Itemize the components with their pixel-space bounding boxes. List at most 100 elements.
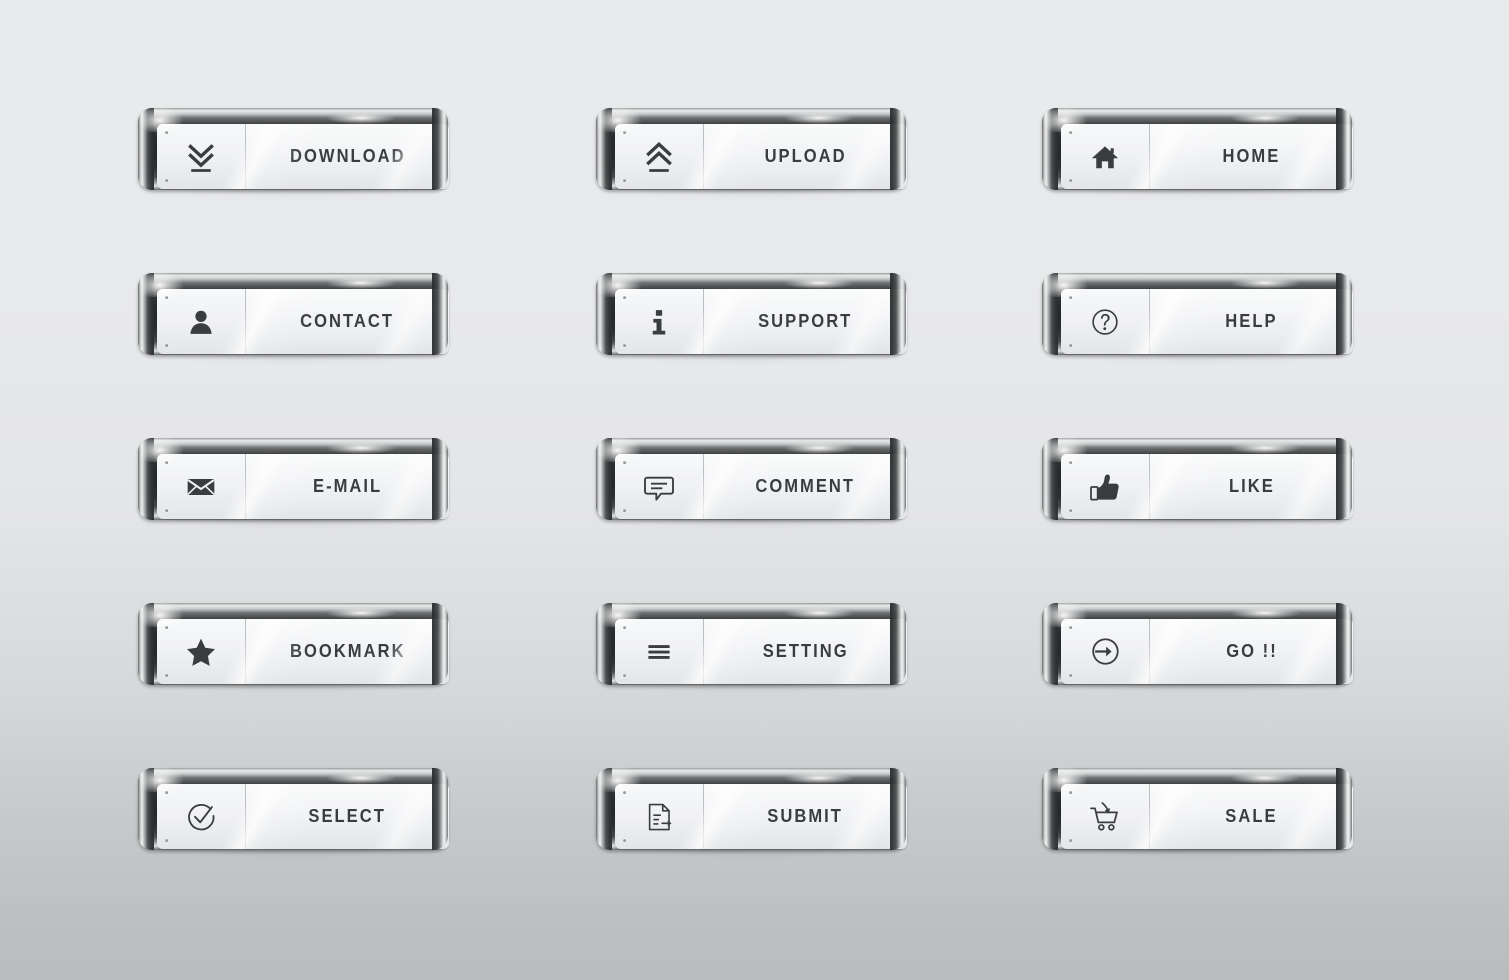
button-icon-panel[interactable] xyxy=(1061,124,1150,189)
bezel-sparkle-right xyxy=(1230,607,1300,619)
button-home[interactable]: HOME xyxy=(1032,100,1362,196)
button-support[interactable]: SUPPORT xyxy=(586,265,916,361)
button-label-panel[interactable]: UPLOAD xyxy=(704,124,907,189)
screw-bottom-right xyxy=(1342,509,1345,512)
button-contact[interactable]: CONTACT xyxy=(128,265,458,361)
button-label: BOOKMARK xyxy=(289,641,406,661)
bezel-sparkle-right xyxy=(784,607,854,619)
screw-bottom-left xyxy=(165,179,168,182)
button-label: CONTACT xyxy=(300,311,395,331)
button-bezel-frame: SELECT xyxy=(138,766,449,850)
screw-bottom-left xyxy=(165,509,168,512)
button-select[interactable]: SELECT xyxy=(128,760,458,856)
button-label-panel[interactable]: SETTING xyxy=(704,619,907,684)
button-bezel-frame: GO !! xyxy=(1042,601,1353,685)
bezel-sparkle-right xyxy=(326,772,396,784)
screw-top-right xyxy=(896,791,899,794)
button-icon-panel[interactable] xyxy=(157,619,246,684)
button-icon-panel[interactable] xyxy=(157,124,246,189)
screw-bottom-left xyxy=(623,674,626,677)
button-label-panel[interactable]: SUPPORT xyxy=(704,289,907,354)
screw-bottom-right xyxy=(438,839,441,842)
screw-bottom-right xyxy=(438,344,441,347)
button-sale[interactable]: SALE xyxy=(1032,760,1362,856)
button-label-panel[interactable]: HOME xyxy=(1150,124,1353,189)
button-icon-panel[interactable] xyxy=(157,454,246,519)
button-label-panel[interactable]: SUBMIT xyxy=(704,784,907,849)
button-label: UPLOAD xyxy=(764,146,847,166)
double-chevron-down-line-icon xyxy=(183,139,219,175)
bezel-sparkle-right xyxy=(1230,772,1300,784)
button-glass-plate: SELECT xyxy=(157,784,449,849)
question-mark-circle-icon xyxy=(1090,307,1120,337)
button-label-panel[interactable]: SALE xyxy=(1150,784,1353,849)
screw-bottom-left xyxy=(1069,344,1072,347)
button-label-panel[interactable]: GO !! xyxy=(1150,619,1353,684)
button-download[interactable]: DOWNLOAD xyxy=(128,100,458,196)
screw-top-left xyxy=(1069,296,1072,299)
button-icon-panel[interactable] xyxy=(615,289,704,354)
button-bezel-frame: CONTACT xyxy=(138,271,449,355)
bezel-sparkle-right xyxy=(1230,442,1300,454)
screw-top-left xyxy=(623,296,626,299)
button-icon-panel[interactable] xyxy=(1061,454,1150,519)
bezel-sparkle-right xyxy=(784,442,854,454)
button-like[interactable]: LIKE xyxy=(1032,430,1362,526)
button-label-panel[interactable]: BOOKMARK xyxy=(246,619,449,684)
button-bookmark[interactable]: BOOKMARK xyxy=(128,595,458,691)
button-label-panel[interactable]: SELECT xyxy=(246,784,449,849)
button-icon-panel[interactable] xyxy=(1061,619,1150,684)
screw-bottom-right xyxy=(1342,179,1345,182)
button-icon-panel[interactable] xyxy=(1061,784,1150,849)
button-label-panel[interactable]: E-MAIL xyxy=(246,454,449,519)
bezel-sparkle-right xyxy=(784,772,854,784)
button-glass-plate: SUBMIT xyxy=(615,784,907,849)
person-icon xyxy=(186,307,216,337)
button-label: COMMENT xyxy=(755,476,856,496)
screw-bottom-left xyxy=(1069,179,1072,182)
button-email[interactable]: E-MAIL xyxy=(128,430,458,526)
screw-bottom-right xyxy=(896,344,899,347)
button-label-panel[interactable]: LIKE xyxy=(1150,454,1353,519)
button-submit[interactable]: SUBMIT xyxy=(586,760,916,856)
screw-top-left xyxy=(165,791,168,794)
button-bezel-frame: SUBMIT xyxy=(596,766,907,850)
button-comment[interactable]: COMMENT xyxy=(586,430,916,526)
screw-top-right xyxy=(896,296,899,299)
button-icon-panel[interactable] xyxy=(157,289,246,354)
screw-top-left xyxy=(1069,461,1072,464)
button-icon-panel[interactable] xyxy=(615,454,704,519)
button-bezel-frame: BOOKMARK xyxy=(138,601,449,685)
button-label-panel[interactable]: HELP xyxy=(1150,289,1353,354)
screw-bottom-left xyxy=(1069,839,1072,842)
envelope-icon xyxy=(185,471,217,503)
screw-top-left xyxy=(623,791,626,794)
button-label-panel[interactable]: DOWNLOAD xyxy=(246,124,449,189)
button-bezel-frame: E-MAIL xyxy=(138,436,449,520)
button-icon-panel[interactable] xyxy=(1061,289,1150,354)
button-icon-panel[interactable] xyxy=(157,784,246,849)
button-go[interactable]: GO !! xyxy=(1032,595,1362,691)
screw-top-right xyxy=(1342,626,1345,629)
button-glass-plate: UPLOAD xyxy=(615,124,907,189)
screw-top-left xyxy=(165,626,168,629)
button-icon-panel[interactable] xyxy=(615,124,704,189)
button-help[interactable]: HELP xyxy=(1032,265,1362,361)
screw-bottom-left xyxy=(623,509,626,512)
bezel-sparkle-right xyxy=(326,277,396,289)
button-upload[interactable]: UPLOAD xyxy=(586,100,916,196)
button-set-canvas: DOWNLOAD UPLOAD HOME CONTACT SUPPORT HELP E-MA… xyxy=(0,0,1509,980)
button-icon-panel[interactable] xyxy=(615,619,704,684)
house-icon xyxy=(1090,142,1120,172)
button-glass-plate: HOME xyxy=(1061,124,1353,189)
button-label: SUBMIT xyxy=(767,806,844,826)
screw-top-right xyxy=(438,626,441,629)
screw-top-left xyxy=(623,626,626,629)
button-label-panel[interactable]: COMMENT xyxy=(704,454,907,519)
button-icon-panel[interactable] xyxy=(615,784,704,849)
button-label-panel[interactable]: CONTACT xyxy=(246,289,449,354)
screw-top-right xyxy=(1342,791,1345,794)
button-setting[interactable]: SETTING xyxy=(586,595,916,691)
screw-bottom-right xyxy=(1342,839,1345,842)
button-bezel-frame: UPLOAD xyxy=(596,106,907,190)
